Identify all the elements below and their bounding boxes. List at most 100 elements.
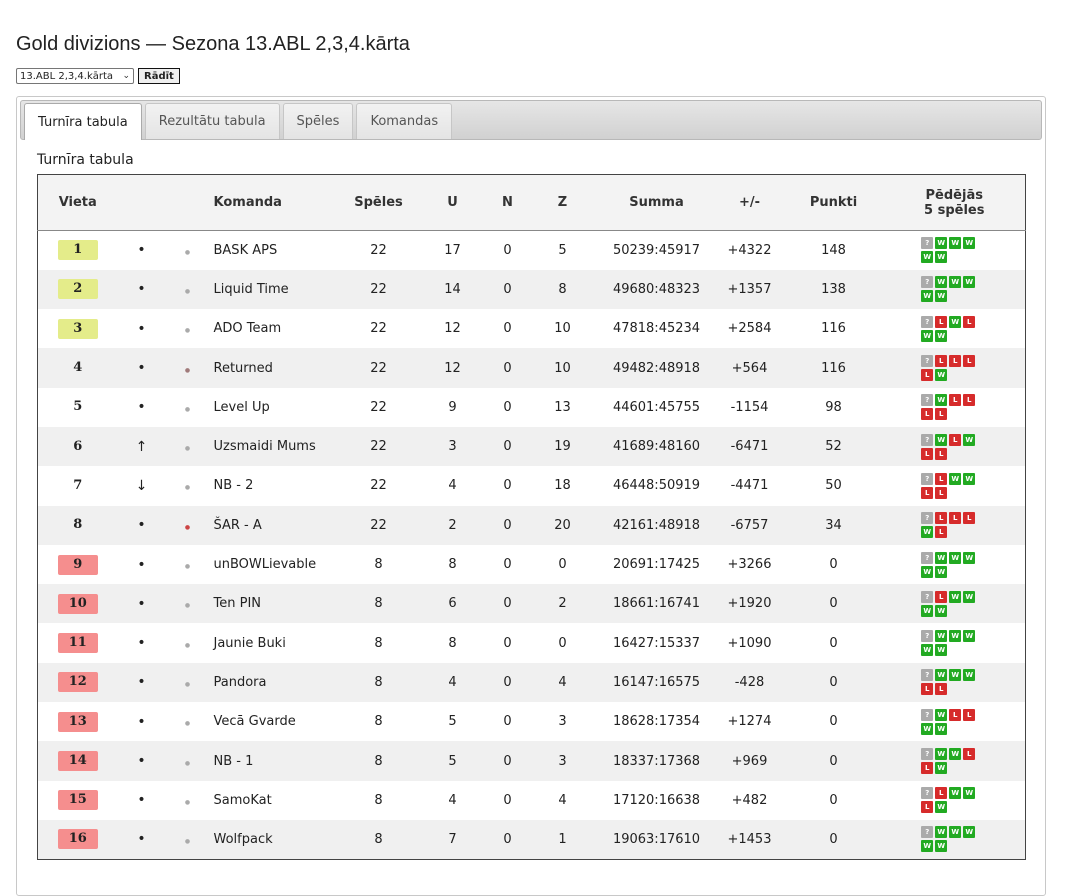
form-badge: L <box>921 486 934 499</box>
form-badge: W <box>949 630 962 643</box>
sum-cell: 16147:16575 <box>612 674 701 690</box>
wins-cell: 12 <box>444 321 461 337</box>
team-name[interactable]: NB - 2 <box>210 466 340 505</box>
draws-cell: 0 <box>503 439 512 455</box>
form-badge: W <box>963 787 976 800</box>
wins-cell: 5 <box>448 714 457 730</box>
tab-bar: Turnīra tabula Rezultātu tabula Spēles K… <box>20 100 1042 140</box>
form-badge: L <box>935 787 948 800</box>
form-badge: ? <box>921 394 934 407</box>
wins-cell: 4 <box>448 478 457 494</box>
team-name[interactable]: ADO Team <box>210 309 340 348</box>
place-badge: 14 <box>57 751 98 771</box>
form-badge: ? <box>921 472 934 485</box>
team-name[interactable]: NB - 1 <box>210 741 340 780</box>
form-badge: W <box>935 237 948 250</box>
draws-cell: 0 <box>503 399 512 415</box>
form-badge: W <box>963 472 976 485</box>
draws-cell: 0 <box>503 596 512 612</box>
dot-icon: ● <box>184 327 191 335</box>
team-name[interactable]: ŠAR - A <box>210 506 340 545</box>
games-cell: 22 <box>370 439 387 455</box>
team-name[interactable]: Wolfpack <box>210 820 340 859</box>
draws-cell: 0 <box>503 557 512 573</box>
draws-cell: 0 <box>503 321 512 337</box>
place-cell: 12 <box>38 663 118 702</box>
place-cell: 3 <box>38 309 118 348</box>
tab-games[interactable]: Spēles <box>282 103 354 139</box>
team-name[interactable]: Returned <box>210 348 340 387</box>
table-row: 14 • ● NB - 1 8 5 0 3 18337:17368 +969 0? W W L L W <box>37 741 1026 781</box>
table-row: 1 • ● BASK APS 22 17 0 5 50239:45917 +4322 148? W W W… <box>38 231 1026 270</box>
diff-cell: +1453 <box>727 831 772 847</box>
diff-cell: -4471 <box>730 478 769 494</box>
team-name[interactable]: Jaunie Buki <box>210 623 340 662</box>
form-badge: ? <box>921 708 934 721</box>
draws-cell: 0 <box>503 753 512 769</box>
form-badge: W <box>935 748 948 760</box>
header-last5: Pēdējās 5 spēles <box>883 174 1026 231</box>
last5-form: ? W L L W W <box>921 708 987 735</box>
team-name[interactable]: Vecā Gvarde <box>210 702 340 741</box>
last5-form: ? W L W L L <box>921 433 987 460</box>
sum-cell: 44601:45755 <box>612 399 701 415</box>
form-badge: L <box>921 447 934 460</box>
team-name[interactable]: SamoKat <box>210 781 340 820</box>
form-badge: ? <box>921 590 934 603</box>
team-name[interactable]: Level Up <box>210 388 340 427</box>
form-badge: W <box>921 604 934 617</box>
team-name[interactable]: Uzsmaidi Mums <box>210 427 340 466</box>
season-select[interactable]: 13.ABL 2,3,4.kārta ⌄ <box>16 68 134 84</box>
diff-cell: +1357 <box>727 281 772 297</box>
losses-cell: 4 <box>558 792 567 808</box>
games-cell: 8 <box>374 635 383 651</box>
marker-cell: ● <box>166 466 210 505</box>
last5-cell: ? L W W L W <box>884 781 1026 820</box>
last5-form: ? L W L W W <box>921 315 987 342</box>
team-name[interactable]: unBOWLievable <box>210 545 340 584</box>
wins-cell: 5 <box>448 753 457 769</box>
dot-icon: ● <box>184 445 191 453</box>
games-cell: 22 <box>370 321 387 337</box>
tab-teams[interactable]: Komandas <box>356 103 453 139</box>
dot-icon: ● <box>184 837 191 845</box>
last5-form: ? W W W W W <box>921 630 987 657</box>
form-badge: ? <box>921 787 934 800</box>
diff-cell: +1920 <box>727 596 772 612</box>
diff-cell: +969 <box>731 753 768 769</box>
page-title: Gold divizions — Sezona 13.ABL 2,3,4.kār… <box>16 33 410 55</box>
form-badge: W <box>935 801 948 814</box>
diff-cell: -428 <box>734 674 765 690</box>
marker-cell: ● <box>166 584 210 623</box>
diff-cell: +482 <box>731 792 768 808</box>
dot-icon: ● <box>184 405 191 413</box>
wins-cell: 4 <box>448 792 457 808</box>
show-button[interactable]: Rādīt <box>138 68 180 84</box>
form-badge: L <box>935 447 948 460</box>
trend-indicator: • <box>137 713 146 730</box>
place-cell: 6 <box>38 427 118 466</box>
form-badge: L <box>963 394 976 407</box>
trend-indicator: • <box>137 674 146 691</box>
trend-indicator: • <box>137 635 146 652</box>
tab-standings[interactable]: Turnīra tabula <box>24 103 142 140</box>
table-row: 7 ↓ ● NB - 2 22 4 0 18 46448:50919 -4471 50? L W W L L <box>38 466 1026 505</box>
losses-cell: 4 <box>558 674 567 690</box>
last5-cell: ? W W W W W <box>884 231 1026 270</box>
table-row: 11 • ● Jaunie Buki 8 8 0 0 16427:15337 +1090 0? W W W… <box>38 623 1026 662</box>
team-name[interactable]: Pandora <box>210 663 340 702</box>
trend-indicator: • <box>137 831 146 848</box>
form-badge: W <box>935 251 948 264</box>
standings-table: Vieta Komanda Spēles U N Z Summa +/- Pun… <box>37 174 1026 860</box>
team-name[interactable]: BASK APS <box>210 231 340 270</box>
place-badge: 8 <box>73 517 83 533</box>
form-badge: W <box>935 329 948 342</box>
marker-cell: ● <box>166 781 210 820</box>
marker-cell: ● <box>166 270 210 309</box>
points-cell: 52 <box>825 439 842 455</box>
tab-results[interactable]: Rezultātu tabula <box>144 103 280 139</box>
team-name[interactable]: Liquid Time <box>210 270 340 309</box>
wins-cell: 3 <box>448 439 457 455</box>
form-badge: L <box>921 801 934 814</box>
team-name[interactable]: Ten PIN <box>210 584 340 623</box>
